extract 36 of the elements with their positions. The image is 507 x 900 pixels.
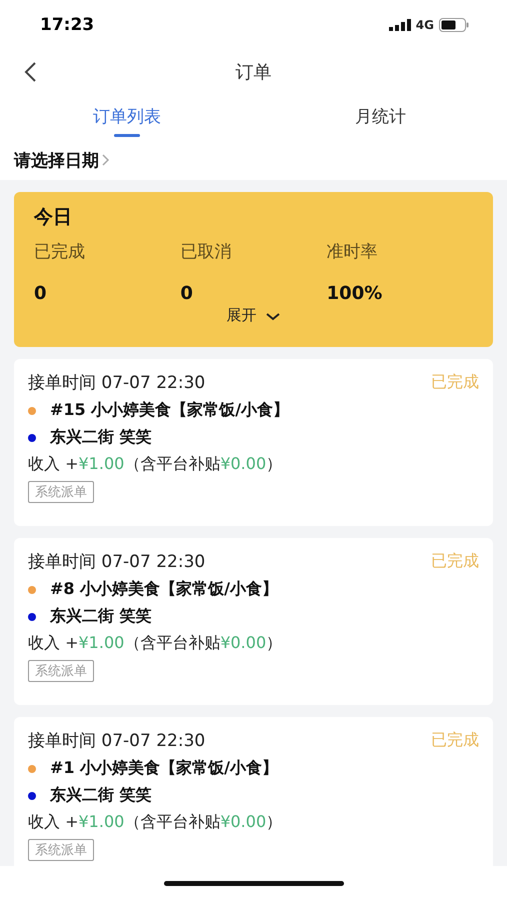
stop-name: 东兴二街 笑笑 (50, 427, 152, 448)
order-status: 已完成 (431, 730, 479, 751)
page-title: 订单 (236, 61, 272, 84)
stat-value: 0 (180, 283, 194, 304)
stop-name: #15 小小婷美食【家常饭/小食】 (50, 400, 290, 421)
stop-name: #8 小小婷美食【家常饭/小食】 (50, 579, 278, 600)
chevron-down-icon (264, 310, 280, 320)
dispatch-tag: 系统派单 (28, 660, 94, 682)
stop-name: #1 小小婷美食【家常饭/小食】 (50, 758, 278, 779)
order-time: 接单时间 07-07 22:30 (28, 730, 206, 752)
stat-value: 100% (326, 283, 384, 304)
stat-label: 已完成 (34, 241, 86, 263)
dispatch-tag: 系统派单 (28, 481, 94, 503)
network-label: 4G (416, 18, 434, 32)
date-picker[interactable]: 请选择日期 (14, 148, 110, 172)
dispatch-tag: 系统派单 (28, 839, 94, 861)
status-time: 17:23 (40, 15, 94, 35)
income-line: 收入 +¥1.00（含平台补贴¥0.00） (28, 633, 284, 654)
tab[interactable]: 月统计 (254, 94, 507, 140)
order-time: 接单时间 07-07 22:30 (28, 372, 206, 394)
stat-label: 准时率 (326, 241, 379, 263)
order-status: 已完成 (431, 551, 479, 572)
signal-icon (388, 19, 411, 31)
battery-icon (439, 18, 469, 32)
stop-name: 东兴二街 笑笑 (50, 606, 152, 627)
stat-label: 已取消 (180, 241, 232, 263)
expand-button[interactable]: 展开 (226, 306, 280, 325)
tab[interactable]: 订单列表 (0, 94, 254, 140)
income-line: 收入 +¥1.00（含平台补贴¥0.00） (28, 454, 284, 475)
summary-title: 今日 (34, 205, 73, 230)
stop-name: 东兴二街 笑笑 (50, 785, 152, 806)
order-status: 已完成 (431, 372, 479, 393)
chevron-right-icon (102, 153, 110, 167)
stat-value: 0 (34, 283, 48, 304)
order-time: 接单时间 07-07 22:30 (28, 551, 206, 573)
income-line: 收入 +¥1.00（含平台补贴¥0.00） (28, 812, 284, 833)
